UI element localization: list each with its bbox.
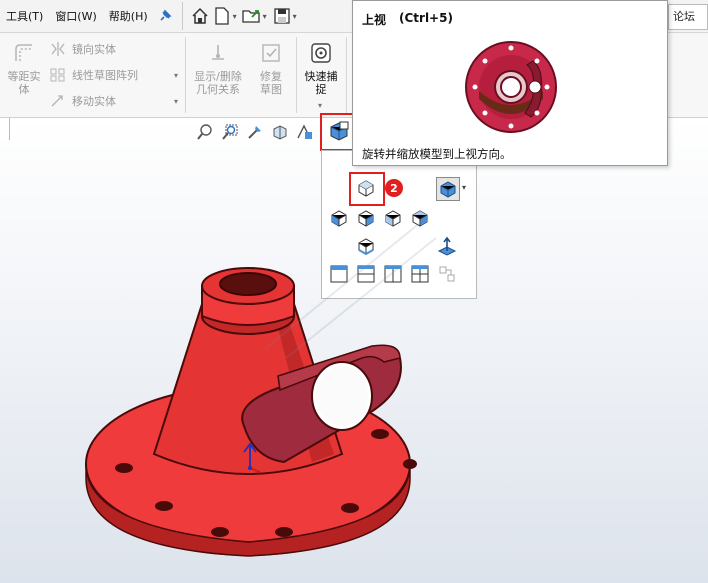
open-dropdown-icon[interactable]: ▾: [263, 12, 267, 21]
mirror-entities-label: 镜向实体: [72, 43, 116, 56]
display-delete-relations-button[interactable]: 显示/删除几何关系: [190, 41, 246, 96]
bottom-view-button[interactable]: [355, 235, 377, 257]
bottom-view-icon: [358, 238, 374, 256]
link-views-icon: [439, 266, 455, 282]
forum-tab[interactable]: 论坛: [668, 4, 708, 30]
zoom-to-area-icon[interactable]: [219, 121, 241, 143]
move-entities-label: 移动实体: [72, 95, 116, 108]
zoom-to-fit-icon[interactable]: [194, 121, 216, 143]
back-view-icon: [358, 210, 374, 227]
repair-sketch-label: 修复草图: [260, 70, 282, 96]
view-orientation-button[interactable]: [326, 118, 352, 144]
quick-snaps-label: 快速捕捉: [304, 70, 338, 96]
view-orientation-icon: [330, 121, 349, 141]
heads-up-view-toolbar: [194, 121, 316, 143]
tooltip-description: 旋转并缩放模型到上视方向。: [362, 147, 512, 161]
quick-snaps-button[interactable]: 快速捕捉: [300, 41, 342, 96]
repair-sketch-button[interactable]: 修复草图: [250, 41, 292, 96]
pin-icon[interactable]: [154, 0, 176, 33]
menu-help[interactable]: 帮助(H): [103, 0, 154, 33]
move-entities-button[interactable]: 移动实体: [50, 93, 116, 109]
menu-separator: [181, 2, 183, 30]
front-view-icon: [331, 210, 347, 227]
mirror-entities-button[interactable]: 镜向实体: [50, 41, 116, 57]
previous-view-icon[interactable]: [244, 121, 266, 143]
top-view-tooltip: 上视 (Ctrl+5) 旋转并缩放模型到上视方向。: [352, 0, 668, 166]
normal-to-icon: [437, 236, 457, 256]
left-view-icon: [385, 210, 401, 227]
ribbon-separator: [185, 37, 186, 113]
linear-pattern-dropdown-icon[interactable]: ▾: [174, 71, 178, 80]
linear-pattern-icon: [50, 68, 65, 82]
left-view-button[interactable]: [382, 207, 404, 229]
menu-tools[interactable]: 工具(T): [0, 0, 49, 33]
right-view-button[interactable]: [409, 207, 431, 229]
view-cube-icon: [440, 181, 456, 198]
new-dropdown-icon[interactable]: ▾: [233, 12, 237, 21]
offset-entities-button[interactable]: 等距实体: [4, 41, 44, 96]
save-icon[interactable]: [271, 4, 293, 28]
section-view-icon[interactable]: [269, 121, 291, 143]
front-view-button[interactable]: [328, 207, 350, 229]
menu-window[interactable]: 窗口(W): [49, 0, 102, 33]
normal-to-button[interactable]: [436, 235, 458, 257]
save-dropdown-icon[interactable]: ▾: [293, 12, 297, 21]
move-icon: [51, 95, 63, 107]
right-view-icon: [412, 210, 428, 227]
top-view-highlight: [349, 172, 385, 206]
view-cube-button[interactable]: [436, 177, 460, 201]
move-dropdown-icon[interactable]: ▾: [174, 97, 178, 106]
display-delete-relations-label: 显示/删除几何关系: [194, 70, 242, 96]
open-folder-icon[interactable]: [241, 4, 263, 28]
offset-entities-label: 等距实体: [7, 70, 41, 96]
home-icon[interactable]: [189, 4, 211, 28]
ribbon-separator: [346, 37, 347, 113]
cad-model[interactable]: [84, 258, 424, 563]
ribbon-separator: [296, 37, 297, 113]
top-view-preview-image: [465, 41, 557, 133]
new-document-icon[interactable]: [211, 4, 233, 28]
mirror-icon: [51, 42, 65, 56]
tooltip-title: 上视: [362, 13, 387, 27]
linear-pattern-label: 线性草图阵列: [72, 69, 138, 82]
dynamic-annotation-icon[interactable]: [294, 121, 316, 143]
link-views-button[interactable]: [436, 263, 458, 285]
linear-pattern-button[interactable]: 线性草图阵列: [50, 67, 138, 83]
step-badge-2: 2: [385, 179, 403, 197]
back-view-button[interactable]: [355, 207, 377, 229]
view-cube-dropdown-icon[interactable]: ▾: [462, 183, 466, 192]
feature-tree-edge: [0, 118, 10, 140]
quick-snaps-dropdown-icon[interactable]: ▾: [318, 101, 322, 110]
tooltip-shortcut: (Ctrl+5): [399, 11, 453, 25]
